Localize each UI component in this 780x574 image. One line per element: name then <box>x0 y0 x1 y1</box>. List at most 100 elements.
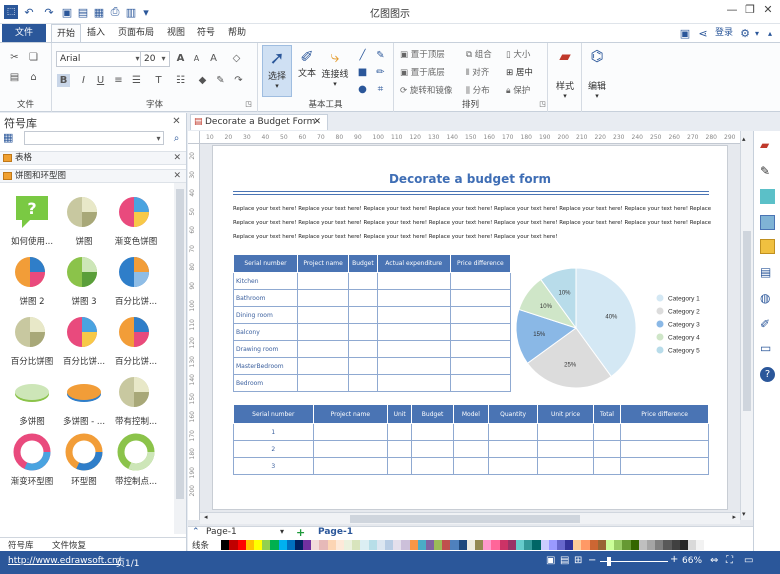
protect-button[interactable]: 🔒︎ 保护 <box>506 84 530 96</box>
table-cell[interactable] <box>312 457 389 475</box>
library-shape-item[interactable]: 渐变色饼图 <box>108 190 164 248</box>
vertical-scrollbar[interactable]: ▴ ▾ <box>740 131 753 520</box>
table-cell[interactable] <box>592 440 622 458</box>
table-cell[interactable] <box>387 457 413 475</box>
collapse-ribbon-icon[interactable]: ▴ <box>764 26 776 40</box>
color-swatch[interactable] <box>442 540 451 550</box>
table-header-cell[interactable]: Unit <box>387 404 413 424</box>
font-dialog-launcher-icon[interactable]: ◳ <box>242 98 255 111</box>
line-tool-icon[interactable]: ╱ <box>356 49 369 62</box>
library-shape-item[interactable]: 百分比饼... <box>108 310 164 368</box>
color-swatch[interactable] <box>663 540 672 550</box>
color-swatch[interactable] <box>655 540 664 550</box>
table-cell[interactable] <box>376 272 451 290</box>
color-swatch[interactable] <box>565 540 574 550</box>
format-painter-icon[interactable]: ⌂ <box>27 71 40 84</box>
size-button[interactable]: ▯ 大小 <box>506 48 530 60</box>
color-swatch[interactable] <box>556 540 566 550</box>
close-icon[interactable]: ✕ <box>758 3 778 20</box>
copy-icon[interactable]: ❏ <box>27 51 40 64</box>
color-swatch[interactable] <box>589 540 598 550</box>
library-shape-item[interactable]: 百分比饼... <box>108 250 164 308</box>
italic-button[interactable]: I <box>77 74 90 87</box>
tab-insert[interactable]: 插入 <box>84 24 108 42</box>
view-page-icon[interactable]: ▤ <box>560 555 569 566</box>
color-swatch[interactable] <box>458 540 467 550</box>
table-cell[interactable] <box>376 357 451 375</box>
rectangle-tool-icon[interactable]: ■ <box>356 66 369 79</box>
color-swatch[interactable] <box>638 540 647 550</box>
color-swatch[interactable] <box>221 540 230 550</box>
table-cell[interactable] <box>449 289 512 307</box>
table-cell[interactable] <box>348 357 378 375</box>
font-size-dropdown-icon[interactable]: ▾ <box>157 52 170 65</box>
tab-view[interactable]: 视图 <box>163 24 189 42</box>
category-close-icon[interactable]: ✕ <box>173 152 181 164</box>
table-cell[interactable]: Dining room <box>233 306 298 324</box>
table-cell[interactable] <box>411 423 454 441</box>
layers-panel-icon[interactable] <box>760 239 775 254</box>
table-cell[interactable] <box>592 423 622 441</box>
library-shape-item[interactable]: 环型图 <box>56 430 112 488</box>
library-grid-icon[interactable]: ▦ <box>3 131 17 145</box>
group-button[interactable]: ⧉ 组合 <box>466 48 492 60</box>
help-panel-icon[interactable]: ? <box>760 367 775 382</box>
edit-button[interactable]: ⌬ 编辑 ▾ <box>582 47 612 100</box>
document-tab[interactable]: ▤ Decorate a Budget Form ✕ <box>190 114 328 130</box>
table-cell[interactable]: Bathroom <box>233 289 298 307</box>
color-swatch[interactable] <box>352 540 361 550</box>
color-swatch[interactable] <box>294 540 304 550</box>
shrink-font-icon[interactable]: A <box>190 52 203 65</box>
view-normal-icon[interactable]: ▣ <box>546 555 555 566</box>
table-cell[interactable] <box>296 374 350 392</box>
tab-symbols[interactable]: 符号 <box>193 24 219 42</box>
table-cell[interactable]: Kitchen <box>233 272 298 290</box>
table-cell[interactable] <box>348 340 378 358</box>
library-shape-item[interactable]: 带控制点... <box>108 430 164 488</box>
color-swatch[interactable] <box>646 540 656 550</box>
zoom-slider-thumb[interactable] <box>607 557 611 566</box>
library-shape-item[interactable]: 带有控制... <box>108 370 164 428</box>
scroll-up-icon[interactable]: ▴ <box>742 135 746 143</box>
table-cell[interactable] <box>452 423 489 441</box>
send-to-back-button[interactable]: ▣ 置于底层 <box>400 66 445 78</box>
font-color-icon[interactable]: A <box>207 52 220 65</box>
color-swatch[interactable] <box>499 540 508 550</box>
color-swatch[interactable] <box>245 540 254 550</box>
tab-home[interactable]: 开始 <box>51 24 81 42</box>
bullet-list-icon[interactable]: ☷ <box>174 74 187 87</box>
paragraph-line[interactable]: Replace your text here! Replace your tex… <box>233 206 713 212</box>
table-cell[interactable]: Balcony <box>233 323 298 341</box>
color-swatch[interactable] <box>614 540 623 550</box>
color-swatch[interactable] <box>376 540 385 550</box>
category-pie-charts[interactable]: 饼图和环型图 ✕ <box>0 169 186 183</box>
shadow-panel-icon[interactable] <box>760 189 775 204</box>
text-size-icon[interactable]: T <box>152 74 165 87</box>
table-cell[interactable] <box>452 440 489 458</box>
fill-color-icon[interactable]: ◆ <box>196 74 209 87</box>
color-swatch[interactable] <box>237 540 246 550</box>
table-header-cell[interactable]: Serial number <box>233 404 314 424</box>
tab-help[interactable]: 帮助 <box>224 24 250 42</box>
line-style-icon[interactable]: ↷ <box>232 74 245 87</box>
cut-icon[interactable]: ✂ <box>8 51 21 64</box>
table-cell[interactable] <box>592 457 622 475</box>
table-cell[interactable] <box>411 457 454 475</box>
grow-font-icon[interactable]: A <box>174 52 187 65</box>
library-shape-item[interactable]: 渐变环型图 <box>4 430 60 488</box>
table-cell[interactable] <box>296 306 350 324</box>
table-cell[interactable] <box>487 423 539 441</box>
library-search-input[interactable] <box>24 131 164 145</box>
color-swatch[interactable] <box>335 540 345 550</box>
color-swatch[interactable] <box>671 540 680 550</box>
table-cell[interactable] <box>348 306 378 324</box>
color-swatch[interactable] <box>434 540 443 550</box>
text-tool-button[interactable]: ✐ 文本 <box>294 45 320 97</box>
fit-width-icon[interactable]: ⇔ <box>710 555 718 566</box>
color-swatch[interactable] <box>606 540 615 550</box>
table-cell[interactable] <box>348 323 378 341</box>
tab-symbol-library[interactable]: 符号库 <box>8 539 34 551</box>
table-cell[interactable] <box>387 440 413 458</box>
library-shape-item[interactable]: 百分比饼图 <box>4 310 60 368</box>
color-swatch[interactable] <box>401 540 410 550</box>
